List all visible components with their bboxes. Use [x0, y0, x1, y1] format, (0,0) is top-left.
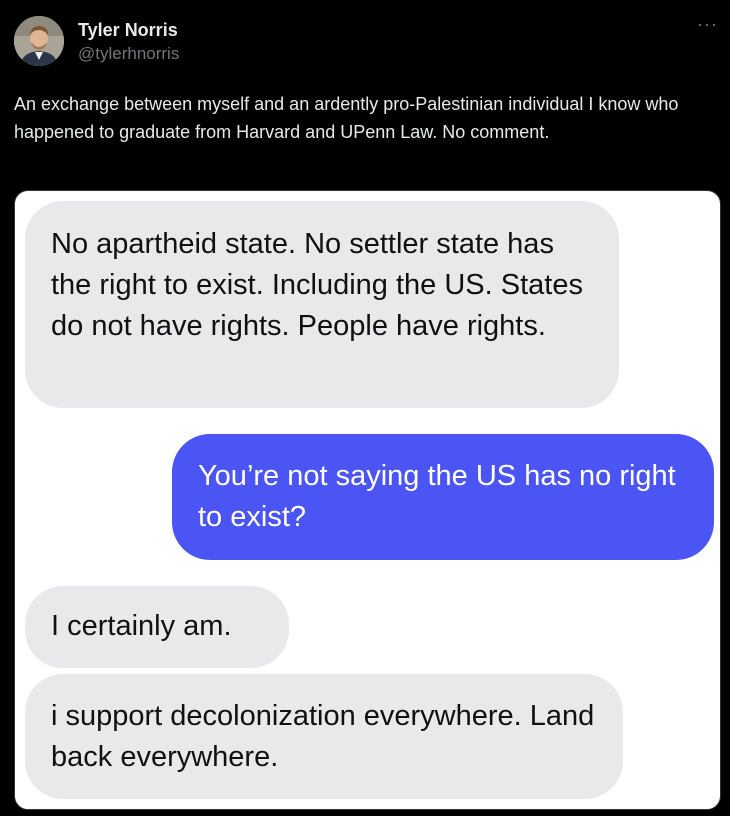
tweet-image[interactable]: No apartheid state. No settler state has…: [14, 190, 721, 810]
message-bubble-received: I certainly am.: [25, 586, 289, 668]
author-handle[interactable]: @tylerhnorris: [78, 43, 179, 65]
tweet-text: An exchange between myself and an ardent…: [14, 94, 679, 142]
tweet: Tyler Norris @tylerhnorris ··· An exchan…: [0, 0, 730, 816]
avatar[interactable]: [14, 16, 64, 66]
message-bubble-received: No apartheid state. No settler state has…: [25, 201, 619, 408]
more-horizontal-icon[interactable]: ···: [697, 14, 718, 35]
message-bubble-received: i support decolonization everywhere. Lan…: [25, 674, 623, 799]
author-display-name[interactable]: Tyler Norris: [78, 18, 179, 42]
message-bubble-sent: You’re not saying the US has no right to…: [172, 434, 714, 560]
tweet-header: Tyler Norris @tylerhnorris: [14, 16, 179, 66]
author-names: Tyler Norris @tylerhnorris: [78, 18, 179, 65]
